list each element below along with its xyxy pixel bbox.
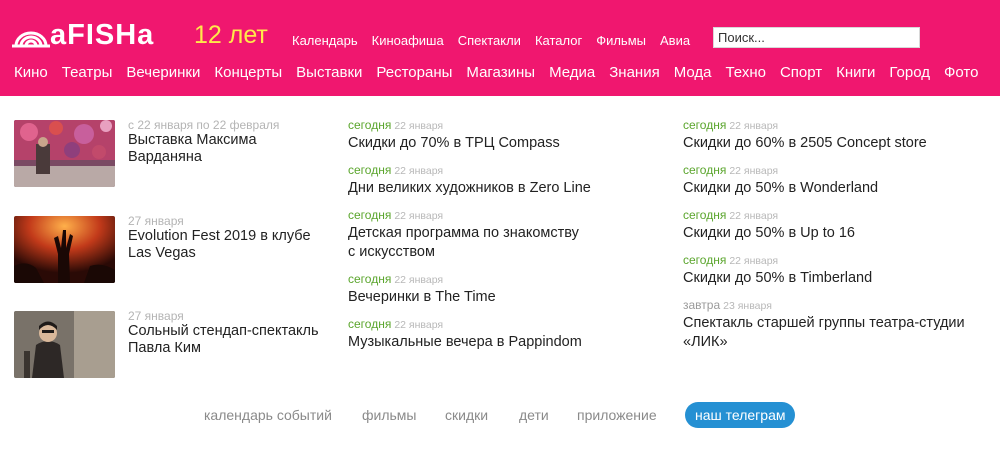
footer-link-kids[interactable]: дети <box>519 406 549 424</box>
event-title[interactable]: Дни великих художников в Zero Line <box>348 179 648 198</box>
event-title[interactable]: Выставка Максима Варданяна <box>128 132 328 166</box>
absolute-date: 22 января <box>394 274 444 286</box>
absolute-date: 22 января <box>729 120 779 132</box>
list-item[interactable]: сегодня 22 января Вечеринки в The Time <box>348 272 648 307</box>
top-nav-spektakli[interactable]: Спектакли <box>458 33 521 49</box>
event-date: 27 января <box>128 309 184 323</box>
main-nav-media[interactable]: Медиа <box>549 64 595 82</box>
featured-item[interactable]: с 22 января по 22 февраля Выставка Макси… <box>14 118 324 187</box>
list-item[interactable]: сегодня 22 января Скидки до 50% в Timberl… <box>683 253 983 288</box>
relative-date: сегодня <box>348 118 392 132</box>
event-date: сегодня 22 января <box>683 118 983 134</box>
top-nav-catalog[interactable]: Каталог <box>535 33 582 49</box>
main-nav-exhibitions[interactable]: Выставки <box>296 64 362 82</box>
event-title[interactable]: Скидки до 50% в Wonderland <box>683 179 983 198</box>
event-title[interactable]: Скидки до 70% в ТРЦ Compass <box>348 134 648 153</box>
absolute-date: 22 января <box>394 319 444 331</box>
events-column-2: сегодня 22 января Скидки до 70% в ТРЦ Com… <box>348 118 648 362</box>
list-item[interactable]: сегодня 22 января Скидки до 50% в Wonderl… <box>683 163 983 198</box>
footer-links: календарь событий фильмы скидки дети при… <box>0 402 1000 428</box>
event-date: сегодня 22 января <box>683 163 983 179</box>
top-nav-kinoafisha[interactable]: Киноафиша <box>372 33 444 49</box>
list-item[interactable]: завтра 23 января Спектакль старшей группы… <box>683 298 983 352</box>
relative-date: сегодня <box>683 253 727 267</box>
event-title[interactable]: Evolution Fest 2019 в клубе Las Vegas <box>128 228 328 262</box>
relative-date: сегодня <box>348 163 392 177</box>
search-input[interactable] <box>713 27 920 48</box>
top-nav: Календарь Киноафиша Спектакли Каталог Фи… <box>292 33 704 49</box>
event-title[interactable]: Музыкальные вечера в Pappindom <box>348 333 648 352</box>
list-item[interactable]: сегодня 22 января Музыкальные вечера в Pa… <box>348 317 648 352</box>
main-nav-tech[interactable]: Техно <box>725 64 765 82</box>
main-nav-parties[interactable]: Вечеринки <box>126 64 200 82</box>
event-date: 27 января <box>128 214 184 228</box>
main-nav-knowledge[interactable]: Знания <box>609 64 659 82</box>
main-nav-theatres[interactable]: Театры <box>62 64 113 82</box>
event-date: сегодня 22 января <box>348 163 648 179</box>
event-title[interactable]: Вечеринки в The Time <box>348 288 648 307</box>
relative-date: сегодня <box>348 208 392 222</box>
event-title[interactable]: Спектакль старшей группы театра-студии «… <box>683 314 973 352</box>
list-item[interactable]: сегодня 22 января Дни великих художников … <box>348 163 648 198</box>
absolute-date: 22 января <box>394 120 444 132</box>
main-nav-restaurants[interactable]: Рестораны <box>376 64 452 82</box>
absolute-date: 22 января <box>394 165 444 177</box>
event-title[interactable]: Скидки до 50% в Up to 16 <box>683 224 983 243</box>
footer-link-discounts[interactable]: скидки <box>445 406 488 424</box>
logo-wordmark[interactable]: aFISHa <box>50 18 154 52</box>
footer-link-films[interactable]: фильмы <box>362 406 417 424</box>
top-nav-films[interactable]: Фильмы <box>596 33 646 49</box>
absolute-date: 22 января <box>729 255 779 267</box>
absolute-date: 22 января <box>394 210 444 222</box>
list-item[interactable]: сегодня 22 января Скидки до 60% в 2505 Co… <box>683 118 983 153</box>
event-title[interactable]: Детская программа по знакомству с искусс… <box>348 224 588 262</box>
exhibition-thumbnail[interactable] <box>14 120 115 187</box>
site-header: aFISHa 12 лет Календарь Киноафиша Спекта… <box>0 0 1000 96</box>
main-nav-kino[interactable]: Кино <box>14 64 48 82</box>
event-date: сегодня 22 января <box>683 253 983 269</box>
footer-link-app[interactable]: приложение <box>577 406 657 424</box>
relative-date: сегодня <box>348 317 392 331</box>
telegram-button[interactable]: наш телеграм <box>685 402 796 428</box>
relative-date: сегодня <box>348 272 392 286</box>
top-nav-avia[interactable]: Авиа <box>660 33 690 49</box>
featured-item[interactable]: 27 января Сольный стендап-спектакль Павл… <box>14 309 324 378</box>
list-item[interactable]: сегодня 22 января Детская программа по зн… <box>348 208 648 262</box>
event-date: с 22 января по 22 февраля <box>128 118 280 132</box>
top-nav-calendar[interactable]: Календарь <box>292 33 358 49</box>
absolute-date: 23 января <box>723 300 772 312</box>
comedian-thumbnail[interactable] <box>14 311 115 378</box>
event-date: сегодня 22 января <box>683 208 983 224</box>
list-item[interactable]: сегодня 22 января Скидки до 70% в ТРЦ Com… <box>348 118 648 153</box>
event-date: завтра 23 января <box>683 298 983 314</box>
main-nav-photo[interactable]: Фото <box>944 64 978 82</box>
absolute-date: 22 января <box>729 165 779 177</box>
main-nav-city[interactable]: Город <box>889 64 930 82</box>
main-nav: Кино Театры Вечеринки Концерты Выставки … <box>14 64 992 82</box>
event-date: сегодня 22 января <box>348 317 648 333</box>
logo-mark-icon <box>12 31 50 48</box>
list-item[interactable]: сегодня 22 января Скидки до 50% в Up to 1… <box>683 208 983 243</box>
main-nav-concerts[interactable]: Концерты <box>214 64 282 82</box>
relative-date: сегодня <box>683 208 727 222</box>
event-title[interactable]: Скидки до 60% в 2505 Concept store <box>683 134 983 153</box>
event-title[interactable]: Сольный стендап-спектакль Павла Ким <box>128 323 328 357</box>
main-nav-sport[interactable]: Спорт <box>780 64 822 82</box>
event-title[interactable]: Скидки до 50% в Timberland <box>683 269 983 288</box>
featured-item[interactable]: 27 января Evolution Fest 2019 в клубе La… <box>14 214 324 283</box>
event-date: сегодня 22 января <box>348 118 648 134</box>
events-column-3: сегодня 22 января Скидки до 60% в 2505 Co… <box>683 118 983 362</box>
footer-link-calendar[interactable]: календарь событий <box>204 406 332 424</box>
event-date: сегодня 22 января <box>348 272 648 288</box>
event-date: сегодня 22 января <box>348 208 648 224</box>
anniversary-label: 12 лет <box>194 21 268 49</box>
absolute-date: 22 января <box>729 210 779 222</box>
relative-date: сегодня <box>683 163 727 177</box>
main-nav-shops[interactable]: Магазины <box>466 64 535 82</box>
main-nav-books[interactable]: Книги <box>836 64 875 82</box>
main-nav-fashion[interactable]: Мода <box>674 64 712 82</box>
relative-date: завтра <box>683 298 721 312</box>
relative-date: сегодня <box>683 118 727 132</box>
concert-thumbnail[interactable] <box>14 216 115 283</box>
